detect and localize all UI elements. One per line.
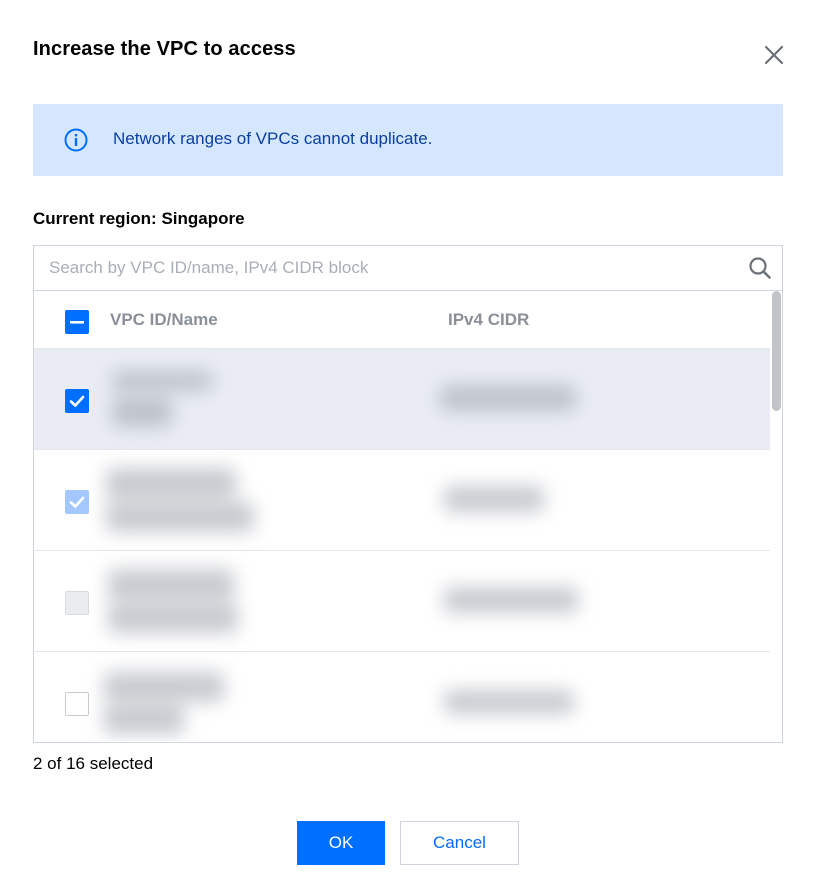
- info-alert: Network ranges of VPCs cannot duplicate.: [33, 104, 783, 176]
- select-all-checkbox[interactable]: [65, 310, 89, 334]
- vpc-transfer-panel: VPC ID/Name IPv4 CIDR: [33, 245, 783, 743]
- redacted-vpc-name: [106, 468, 236, 500]
- column-header-ipv4-cidr[interactable]: IPv4 CIDR: [448, 310, 529, 330]
- alert-message: Network ranges of VPCs cannot duplicate.: [113, 129, 433, 148]
- redacted-vpc-id: [106, 502, 254, 532]
- redacted-ipv4-cidr: [444, 690, 574, 714]
- info-icon: [64, 128, 88, 152]
- ok-button[interactable]: OK: [297, 821, 385, 865]
- table-row[interactable]: [34, 349, 770, 450]
- scrollbar-thumb[interactable]: [772, 291, 781, 411]
- dialog-title: Increase the VPC to access: [33, 38, 296, 60]
- search-icon[interactable]: [748, 256, 772, 280]
- table-header: VPC ID/Name IPv4 CIDR: [34, 291, 770, 349]
- redacted-vpc-name: [112, 371, 212, 391]
- cancel-button[interactable]: Cancel: [400, 821, 519, 865]
- row-checkbox: [65, 591, 89, 615]
- selection-count: 2 of 16 selected: [33, 754, 154, 773]
- row-checkbox[interactable]: [65, 389, 89, 413]
- search-input[interactable]: [34, 246, 749, 290]
- redacted-ipv4-cidr: [444, 587, 578, 613]
- redacted-vpc-id: [112, 397, 172, 427]
- redacted-vpc-name: [104, 672, 224, 702]
- redacted-ipv4-cidr: [440, 385, 576, 411]
- search-bar: [34, 246, 782, 291]
- redacted-vpc-name: [108, 569, 234, 601]
- close-icon[interactable]: [762, 43, 786, 67]
- table-row[interactable]: [34, 652, 770, 741]
- redacted-vpc-id: [108, 603, 238, 633]
- redacted-vpc-id: [104, 704, 184, 734]
- table-row: [34, 450, 770, 551]
- scrollbar[interactable]: [770, 291, 782, 741]
- row-checkbox[interactable]: [65, 692, 89, 716]
- region-label: Current region: Singapore: [33, 209, 245, 228]
- column-header-vpc-id-name[interactable]: VPC ID/Name: [110, 310, 218, 330]
- table-row: [34, 551, 770, 652]
- vpc-list: [34, 349, 770, 741]
- redacted-ipv4-cidr: [444, 486, 544, 512]
- row-checkbox: [65, 490, 89, 514]
